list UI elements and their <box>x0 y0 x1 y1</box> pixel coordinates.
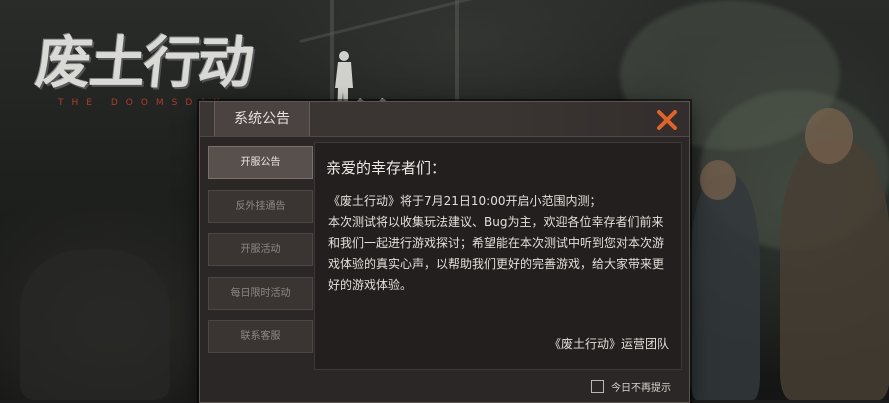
logo-title: 废土行动 <box>32 30 256 96</box>
survivor-head <box>805 108 853 164</box>
survivor-character <box>690 175 760 400</box>
game-logo: 废土行动 THE DOOMSDAY <box>33 30 386 120</box>
dialog-header: 系统公告 <box>200 102 689 137</box>
no-remind-today-toggle[interactable]: 今日不再提示 <box>591 378 671 394</box>
announcement-signature: 《废土行动》运营团队 <box>548 337 669 351</box>
no-remind-label: 今日不再提示 <box>611 382 671 394</box>
tab-daily-limited-events[interactable]: 每日限时活动 <box>208 276 313 310</box>
announcement-body: 《废土行动》将于7月21日10:00开启小范围内测； 本次测试将以收集玩法建议、… <box>328 191 673 296</box>
announcement-paragraph: 《废土行动》将于7月21日10:00开启小范围内测； <box>328 194 602 208</box>
announcement-tabs: 开服公告 反外挂通告 开服活动 每日限时活动 联系客服 <box>208 146 313 364</box>
background-rubble <box>20 250 170 400</box>
no-remind-checkbox[interactable] <box>591 379 604 393</box>
close-button[interactable] <box>655 108 679 132</box>
announcement-paragraph: 本次测试将以收集玩法建议、Bug为主，欢迎各位幸存者们前来和我们一起进行游戏探讨… <box>328 215 665 292</box>
close-x-icon[interactable] <box>655 108 679 132</box>
tab-server-opening-events[interactable]: 开服活动 <box>208 233 313 266</box>
survivor-head <box>700 160 736 200</box>
tab-customer-service[interactable]: 联系客服 <box>208 320 313 353</box>
announcement-dialog: 系统公告 开服公告 反外挂通告 开服活动 每日限时活动 联系客服 亲爱的幸存者们… <box>199 101 690 403</box>
survivor-character <box>780 140 889 400</box>
announcement-greeting: 亲爱的幸存者们： <box>326 159 447 177</box>
announcement-content: 亲爱的幸存者们： 《废土行动》将于7月21日10:00开启小范围内测； 本次测试… <box>314 142 682 370</box>
tab-anti-cheat-notice[interactable]: 反外挂通告 <box>208 189 313 223</box>
tab-server-opening-notice[interactable]: 开服公告 <box>208 146 313 179</box>
dialog-title: 系统公告 <box>214 102 310 136</box>
